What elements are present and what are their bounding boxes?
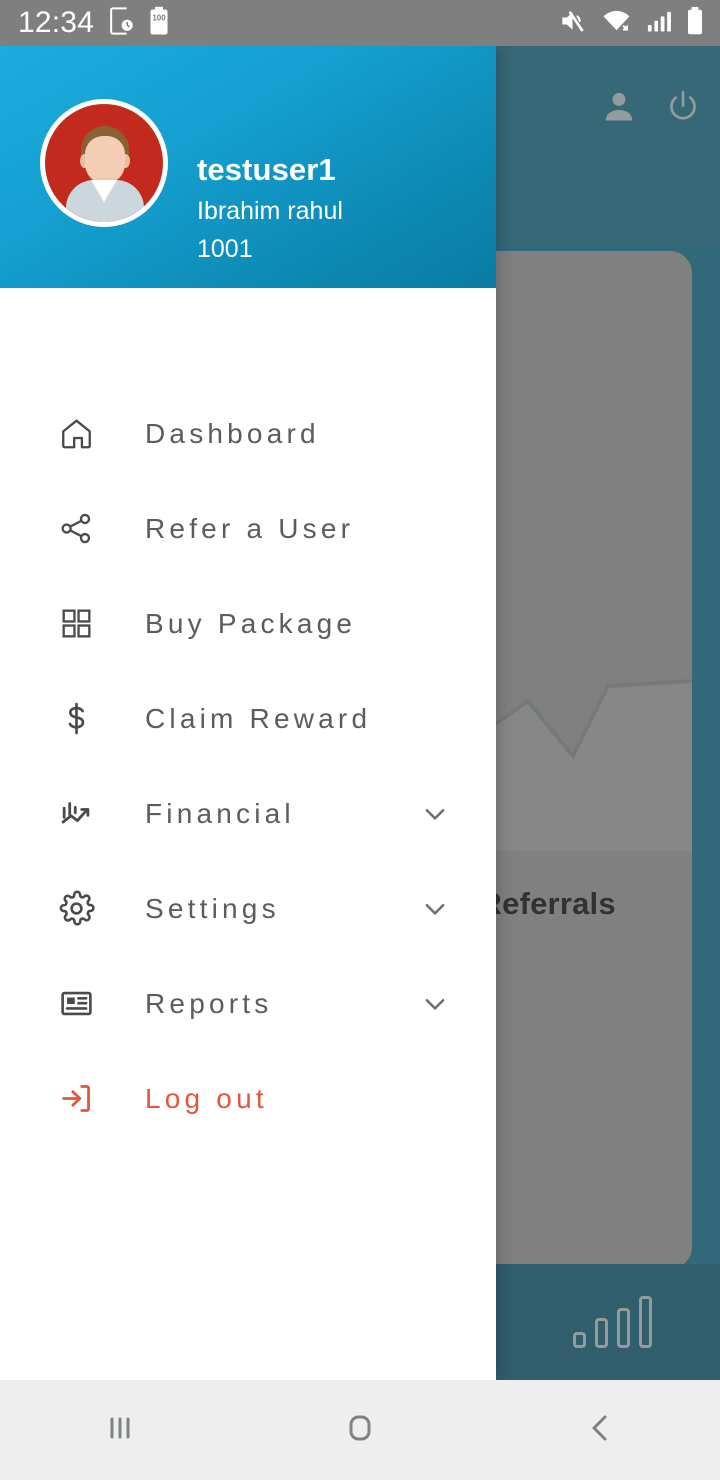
drawer-user-info: testuser1 Ibrahim rahul 1001	[197, 152, 343, 263]
menu-item-claim-reward[interactable]: Claim Reward	[0, 691, 496, 746]
menu-item-dashboard[interactable]: Dashboard	[0, 406, 496, 461]
chevron-down-icon[interactable]	[420, 799, 450, 829]
home-button[interactable]	[280, 1380, 440, 1480]
screen-recorder-icon	[108, 6, 134, 41]
drawer-username: testuser1	[197, 152, 336, 187]
menu-item-label: Log out	[145, 1082, 268, 1114]
home-square-icon	[339, 1407, 381, 1454]
status-bar-right	[558, 6, 704, 41]
menu-item-log-out[interactable]: Log out	[0, 1071, 496, 1126]
menu-item-label: Buy Package	[145, 607, 357, 639]
menu-item-label: Claim Reward	[145, 702, 372, 734]
svg-text:100: 100	[152, 13, 166, 22]
chevron-down-icon[interactable]	[420, 894, 450, 924]
avatar-face	[85, 136, 125, 184]
wifi-icon	[601, 6, 632, 41]
menu-item-label: Refer a User	[145, 512, 355, 544]
avatar[interactable]	[40, 99, 168, 227]
drawer-fullname: Ibrahim rahul	[197, 196, 343, 225]
drawer-menu: Dashboard Refer a User Buy Package Claim…	[0, 288, 496, 1166]
status-bar-left: 12:34 100	[0, 6, 170, 41]
menu-item-label: Reports	[145, 987, 273, 1019]
menu-item-label: Financial	[145, 797, 295, 829]
drawer-header: testuser1 Ibrahim rahul 1001	[0, 46, 496, 288]
menu-item-refer-a-user[interactable]: Refer a User	[0, 501, 496, 556]
home-icon	[54, 412, 98, 456]
menu-item-label: Settings	[145, 892, 280, 924]
status-clock: 12:34	[18, 6, 95, 39]
article-icon	[54, 982, 98, 1026]
android-nav-bar	[0, 1380, 720, 1480]
cellular-signal-icon	[645, 6, 673, 41]
share-icon	[54, 507, 98, 551]
menu-item-settings[interactable]: Settings	[0, 881, 496, 936]
menu-item-buy-package[interactable]: Buy Package	[0, 596, 496, 651]
gear-icon	[54, 887, 98, 931]
battery-icon	[686, 6, 704, 41]
menu-item-financial[interactable]: Financial	[0, 786, 496, 841]
menu-item-reports[interactable]: Reports	[0, 976, 496, 1031]
logout-icon	[54, 1077, 98, 1121]
grid-icon	[54, 602, 98, 646]
drawer-user-id: 1001	[197, 234, 253, 263]
dollar-icon	[54, 697, 98, 741]
chevron-left-icon	[579, 1407, 621, 1454]
bar-chart-icon	[54, 792, 98, 836]
phone-screen: Total Referrals 30.5 15.04	[0, 0, 720, 1480]
back-button[interactable]	[520, 1380, 680, 1480]
chevron-down-icon[interactable]	[420, 989, 450, 1019]
status-bar: 12:34 100	[0, 0, 720, 46]
navigation-drawer: testuser1 Ibrahim rahul 1001 Dashboard R…	[0, 46, 496, 1380]
mute-icon	[558, 6, 588, 41]
battery-100-icon: 100	[148, 6, 170, 41]
recents-icon	[99, 1407, 141, 1454]
recents-button[interactable]	[40, 1380, 200, 1480]
menu-item-label: Dashboard	[145, 417, 320, 449]
